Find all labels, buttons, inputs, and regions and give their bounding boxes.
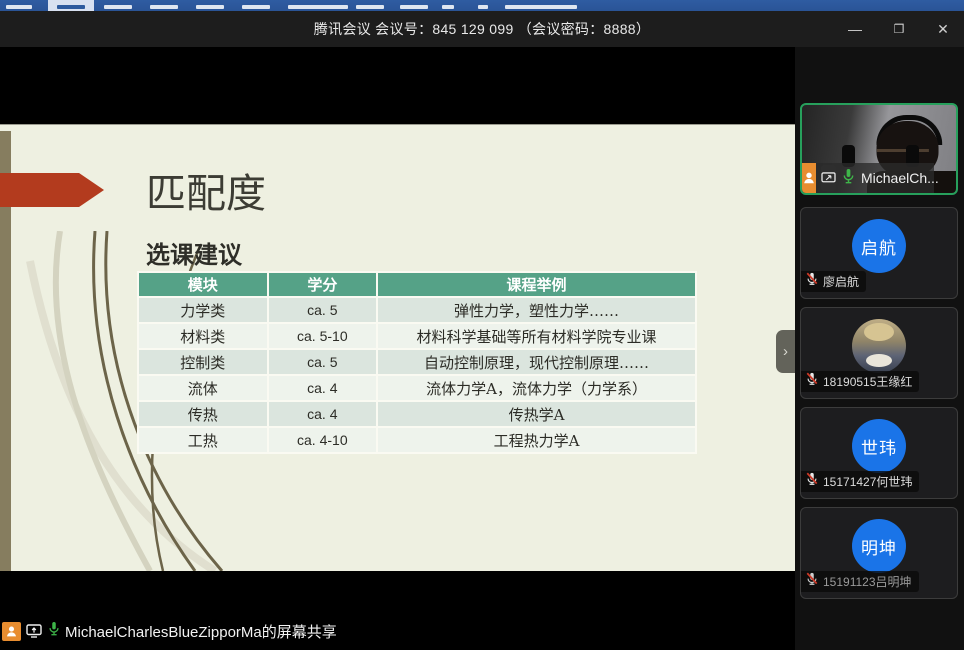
collapse-sidebar-handle[interactable]: › xyxy=(776,330,795,373)
shared-screen-view: 匹配度 选课建议 模块 学分 课程举例 力学类 ca. 5 弹性力学，塑性力学…… xyxy=(0,47,795,650)
share-status-text: MichaelCharlesBlueZipporMa的屏幕共享 xyxy=(65,621,337,642)
ribbon-tab-fragment xyxy=(104,5,132,9)
participant-name: 18190515王缘红 xyxy=(823,373,912,390)
participant-tile-video[interactable]: MichaelCh... xyxy=(800,103,958,195)
meeting-title: 腾讯会议 会议号：845 129 099 （会议密码：8888） xyxy=(314,19,650,39)
ribbon-active-tab-fragment xyxy=(48,0,94,11)
app-window: 腾讯会议 会议号：845 129 099 （会议密码：8888） — ❒ ✕ 匹… xyxy=(0,0,964,650)
table-row: 力学类 ca. 5 弹性力学，塑性力学…… xyxy=(138,297,696,323)
participant-tile[interactable]: 世玮 15171427何世玮 xyxy=(800,407,958,499)
titlebar[interactable]: 腾讯会议 会议号：845 129 099 （会议密码：8888） — ❒ ✕ xyxy=(0,11,964,47)
participant-info-bar: 廖启航 xyxy=(801,271,866,292)
mic-muted-icon xyxy=(805,272,819,291)
participant-name: 15171427何世玮 xyxy=(823,473,912,490)
avatar: 启航 xyxy=(852,219,906,273)
participant-name: MichaelCh... xyxy=(861,170,939,186)
participant-tile[interactable]: 启航 廖启航 xyxy=(800,207,958,299)
col-header-courses: 课程举例 xyxy=(377,272,696,297)
close-button[interactable]: ✕ xyxy=(928,14,958,44)
course-table: 模块 学分 课程举例 力学类 ca. 5 弹性力学，塑性力学…… 材料类 ca.… xyxy=(137,271,697,454)
participant-name: 廖启航 xyxy=(823,273,859,290)
ribbon-tab-fragment xyxy=(288,5,348,9)
table-row: 材料类 ca. 5-10 材料科学基础等所有材料学院专业课 xyxy=(138,323,696,349)
ribbon-tab-fragment xyxy=(6,5,32,9)
avatar-photo xyxy=(852,319,906,373)
mic-on-icon xyxy=(841,168,856,189)
window-controls: — ❒ ✕ xyxy=(840,11,958,47)
host-icon xyxy=(802,163,816,193)
ribbon-tab-fragment xyxy=(356,5,384,9)
ribbon-icon-fragment xyxy=(442,5,454,9)
main-area: 匹配度 选课建议 模块 学分 课程举例 力学类 ca. 5 弹性力学，塑性力学…… xyxy=(0,47,964,650)
presentation-slide: 匹配度 选课建议 模块 学分 课程举例 力学类 ca. 5 弹性力学，塑性力学…… xyxy=(0,124,795,571)
participant-info-bar: MichaelCh... xyxy=(802,163,934,193)
participant-name: 15191123吕明坤 xyxy=(823,573,912,590)
slide-title: 匹配度 xyxy=(146,161,266,219)
mic-muted-icon xyxy=(805,372,819,391)
chevron-right-icon: › xyxy=(783,343,788,360)
ribbon-icon-fragment xyxy=(478,5,488,9)
maximize-button[interactable]: ❒ xyxy=(884,14,914,44)
mic-muted-icon xyxy=(805,572,819,591)
table-row: 传热 ca. 4 传热学A xyxy=(138,401,696,427)
background-ribbon-strip xyxy=(0,0,964,11)
participant-tile[interactable]: 明坤 15191123吕明坤 xyxy=(800,507,958,599)
col-header-credits: 学分 xyxy=(268,272,378,297)
ribbon-tab-fragment xyxy=(196,5,224,9)
screen-share-status: MichaelCharlesBlueZipporMa的屏幕共享 xyxy=(2,618,337,644)
slide-subtitle: 选课建议 xyxy=(146,235,242,270)
table-row: 流体 ca. 4 流体力学A，流体力学（力学系） xyxy=(138,375,696,401)
participants-sidebar: MichaelCh... 启航 廖启航 xyxy=(795,47,964,650)
table-row: 控制类 ca. 5 自动控制原理，现代控制原理…… xyxy=(138,349,696,375)
participant-tile[interactable]: 18190515王缘红 xyxy=(800,307,958,399)
mic-muted-icon xyxy=(805,472,819,491)
col-header-module: 模块 xyxy=(138,272,268,297)
table-row: 工热 ca. 4-10 工程热力学A xyxy=(138,427,696,453)
ribbon-tab-fragment xyxy=(400,5,428,9)
ribbon-tab-fragment xyxy=(150,5,178,9)
participant-info-bar: 15191123吕明坤 xyxy=(801,571,919,592)
ribbon-tab-fragment xyxy=(505,5,577,9)
table-header-row: 模块 学分 课程举例 xyxy=(138,272,696,297)
avatar: 明坤 xyxy=(852,519,906,573)
minimize-button[interactable]: — xyxy=(840,14,870,44)
screen-share-icon xyxy=(25,622,43,640)
presenter-icon xyxy=(2,622,21,641)
screen-share-icon xyxy=(821,165,836,191)
ribbon-tab-fragment xyxy=(242,5,270,9)
mic-on-icon xyxy=(47,621,61,641)
participant-info-bar: 15171427何世玮 xyxy=(801,471,919,492)
participant-info-bar: 18190515王缘红 xyxy=(801,371,919,392)
avatar: 世玮 xyxy=(852,419,906,473)
title-arrow-decoration xyxy=(0,173,104,207)
